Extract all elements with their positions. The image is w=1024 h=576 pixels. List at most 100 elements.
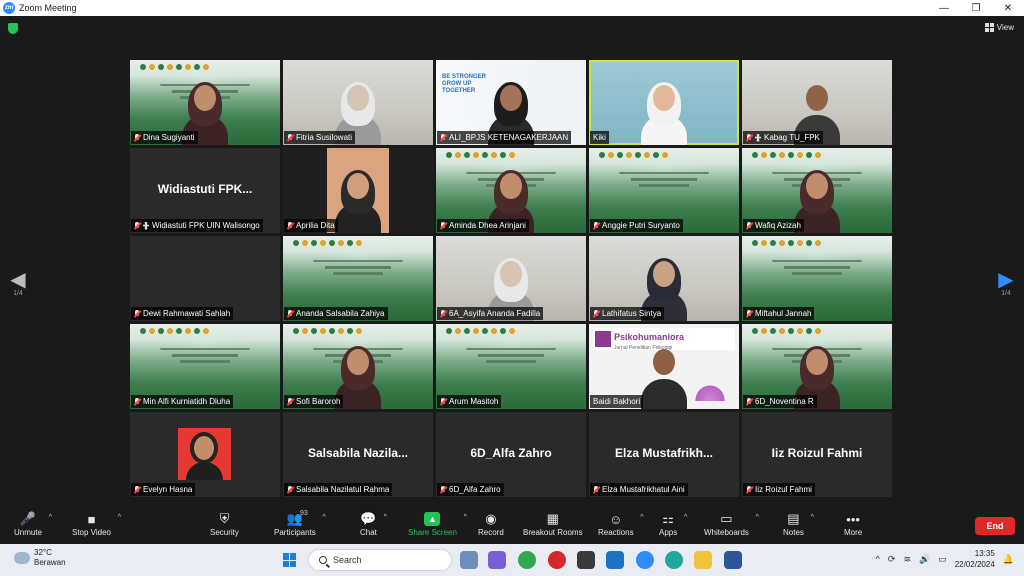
banner-logos <box>293 240 425 246</box>
reactions-options-caret[interactable]: ^ <box>640 514 643 521</box>
video-tile[interactable]: Kiki <box>589 60 739 145</box>
battery-icon[interactable]: ▭ <box>938 554 947 565</box>
mic-muted-icon <box>746 133 752 142</box>
video-tile[interactable]: Min Alfi Kurniatidh Dluha <box>130 324 280 409</box>
video-tile[interactable]: Dewi Rahmawati Sahlah <box>130 236 280 321</box>
zoom-taskbar-icon[interactable] <box>636 551 654 569</box>
chat-button[interactable]: 💬 Chat ^ <box>360 511 387 537</box>
banner-graphic <box>180 360 230 363</box>
share-options-caret[interactable]: ^ <box>464 514 467 521</box>
participant-video <box>641 82 687 145</box>
chevron-left-icon[interactable]: ◀ <box>8 270 28 290</box>
video-tile[interactable]: Anggie Putri Suryanto <box>589 148 739 233</box>
video-tile[interactable]: Wafiq Azizah <box>742 148 892 233</box>
notification-bell-icon[interactable]: 🔔 <box>1003 554 1014 565</box>
video-tile[interactable]: 6D_Alfa Zahro 6D_Alfa Zahro <box>436 412 586 497</box>
apps-options-caret[interactable]: ^ <box>684 514 687 521</box>
video-options-caret[interactable]: ^ <box>118 514 121 521</box>
video-tile[interactable]: Salsabila Nazila... Salsabila Nazilatul R… <box>283 412 433 497</box>
chat-options-caret[interactable]: ^ <box>384 514 387 521</box>
edge-icon[interactable] <box>665 551 683 569</box>
video-tile[interactable]: Iiz Roizul Fahmi Iiz Roizul Fahmi <box>742 412 892 497</box>
minimize-button[interactable]: — <box>928 0 960 16</box>
sync-icon[interactable]: ⟳ <box>888 554 896 565</box>
video-tile[interactable]: Psikohumaniora Jurnal Penelitian Psikolog… <box>589 324 739 409</box>
participant-name-tag: 6D_Alfa Zahro <box>437 483 504 496</box>
banner-logos <box>293 328 425 334</box>
next-page[interactable]: ▶ 1/4 <box>996 270 1016 297</box>
clock[interactable]: 13:35 22/02/2024 <box>955 548 995 570</box>
participant-name: Anggie Putri Suryanto <box>602 221 680 230</box>
whiteboards-options-caret[interactable]: ^ <box>756 514 759 521</box>
more-button[interactable]: ••• More <box>844 512 862 538</box>
video-tile[interactable]: Miftahul Jannah <box>742 236 892 321</box>
banner-logos <box>599 152 731 158</box>
video-tile[interactable]: Widiastuti FPK... Widiastuti FPK UIN Wali… <box>130 148 280 233</box>
view-button[interactable]: View <box>984 23 1014 32</box>
video-tile[interactable]: Evelyn Hasna <box>130 412 280 497</box>
weather-widget[interactable]: 32°C Berawan <box>11 548 66 568</box>
store-icon[interactable] <box>577 551 595 569</box>
record-button[interactable]: ◉ Record <box>478 511 504 537</box>
file-explorer-icon[interactable] <box>694 551 712 569</box>
video-tile[interactable]: Ananda Salsabila Zahiya <box>283 236 433 321</box>
participant-name-tag: Min Alfi Kurniatidh Dluha <box>131 395 234 408</box>
unmute-button[interactable]: 🎤 Unmute ^ <box>14 511 52 537</box>
stop-video-label: Stop Video <box>72 528 111 537</box>
apps-button[interactable]: ⚏ Apps ^ <box>659 511 687 537</box>
breakout-rooms-button[interactable]: ▦ Breakout Rooms <box>523 511 583 537</box>
video-tile[interactable]: Fitria Susilowati <box>283 60 433 145</box>
chevron-up-icon[interactable]: ^ <box>876 554 880 564</box>
task-view-icon[interactable] <box>460 551 478 569</box>
video-tile[interactable]: Dina Sugiyanti <box>130 60 280 145</box>
participant-name-tag: Baidi Bakhori <box>590 395 644 408</box>
video-tile[interactable]: 6D_Noventina R <box>742 324 892 409</box>
video-tile[interactable]: Kabag TU_FPK <box>742 60 892 145</box>
unmute-options-caret[interactable]: ^ <box>49 514 52 521</box>
opera-icon[interactable] <box>548 551 566 569</box>
participants-count: 93 <box>300 510 308 517</box>
video-tile[interactable]: Arum Masitoh <box>436 324 586 409</box>
taskbar-search[interactable]: Search <box>308 549 452 571</box>
banner-graphic <box>486 360 536 363</box>
word-icon[interactable] <box>724 551 742 569</box>
notes-options-caret[interactable]: ^ <box>811 514 814 521</box>
mail-icon[interactable] <box>606 551 624 569</box>
encryption-shield-icon[interactable] <box>8 23 18 34</box>
video-tile[interactable]: Aprilia Dita <box>283 148 433 233</box>
windows-start-icon[interactable] <box>283 553 297 567</box>
security-button[interactable]: ⛨ Security <box>210 511 239 537</box>
participants-options-caret[interactable]: ^ <box>323 514 326 521</box>
notes-button[interactable]: ▤ Notes ^ <box>783 511 814 537</box>
mic-muted-icon <box>134 133 140 142</box>
maximize-button[interactable]: ❐ <box>960 0 992 16</box>
prev-page[interactable]: ◀ 1/4 <box>8 270 28 297</box>
video-tile[interactable]: Sofi Baroroh <box>283 324 433 409</box>
video-tile[interactable]: 6A_Asyifa Ananda Fadilla <box>436 236 586 321</box>
video-app-icon[interactable] <box>488 551 506 569</box>
wifi-icon[interactable]: ≋ <box>903 554 911 565</box>
participant-name: ALI_BPJS KETENAGAKERJAAN <box>449 133 569 142</box>
close-button[interactable]: ✕ <box>992 0 1024 16</box>
participant-name: Aprilia Dita <box>296 221 335 230</box>
breakout-label: Breakout Rooms <box>523 528 583 537</box>
partly-cloudy-icon <box>11 549 30 564</box>
mic-muted-icon <box>440 133 446 142</box>
stop-video-button[interactable]: ■ Stop Video ^ <box>72 512 121 538</box>
reactions-button[interactable]: ☺ Reactions ^ <box>598 512 644 538</box>
video-tile[interactable]: Lathifatus Sintya <box>589 236 739 321</box>
end-meeting-button[interactable]: End <box>975 517 1015 535</box>
participants-button[interactable]: 👥 93 Participants ^ <box>274 510 326 537</box>
video-tile[interactable]: Elza Mustafrikh... Elza Mustafrikhatul Ai… <box>589 412 739 497</box>
share-screen-button[interactable]: ▲ Share Screen ^ <box>408 512 467 537</box>
video-tile[interactable]: Aminda Dhea Arinjani <box>436 148 586 233</box>
mic-muted-icon <box>593 309 599 318</box>
chevron-right-icon[interactable]: ▶ <box>996 270 1016 290</box>
whiteboards-button[interactable]: ▭ Whiteboards ^ <box>704 511 759 537</box>
participants-label: Participants <box>274 528 316 537</box>
video-tile[interactable]: BE STRONGER GROW UP TOGETHER ALI_BPJS KETEN… <box>436 60 586 145</box>
record-icon: ◉ <box>485 511 497 526</box>
chrome-icon[interactable] <box>518 551 536 569</box>
security-label: Security <box>210 528 239 537</box>
speaker-icon[interactable]: 🔊 <box>919 554 930 565</box>
